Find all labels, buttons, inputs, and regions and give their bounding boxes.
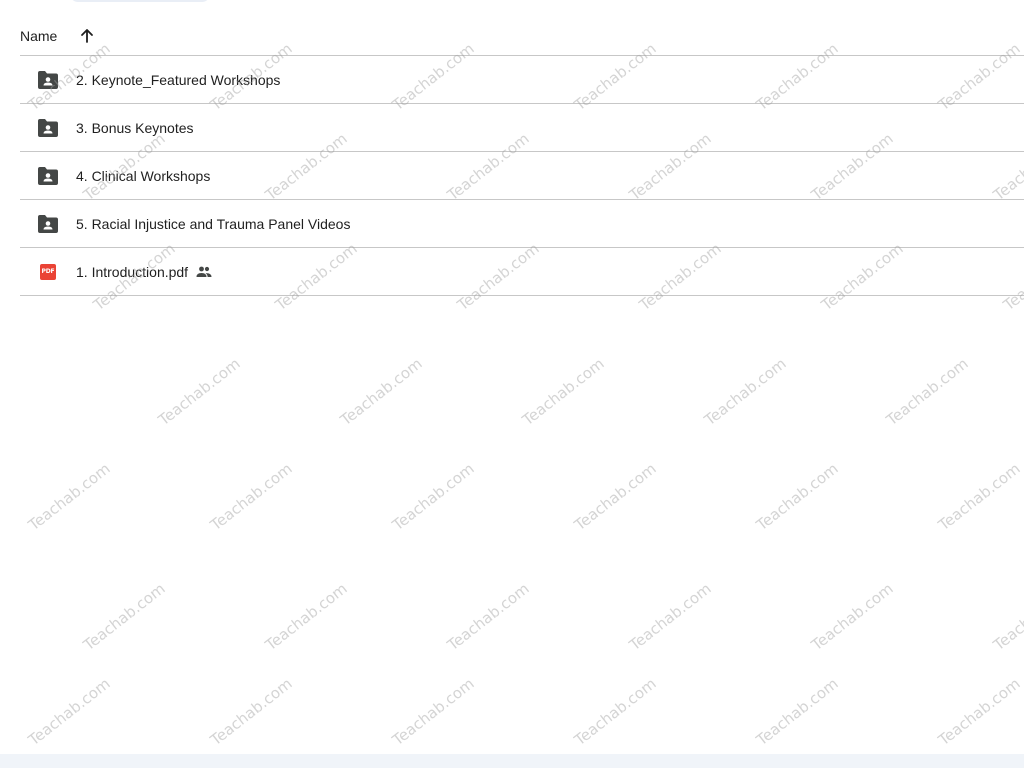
watermark-text: Teachab.com	[571, 459, 660, 535]
people-icon	[196, 264, 212, 280]
file-name: 5. Racial Injustice and Trauma Panel Vid…	[76, 215, 351, 232]
watermark-text: Teachab.com	[207, 459, 296, 535]
watermark-text: Teachab.com	[207, 674, 296, 750]
bottom-edge	[0, 754, 1024, 768]
watermark-text: Teachab.com	[25, 459, 114, 535]
drive-page: Name 2. Keynote_Featured Workshops 3. Bo…	[0, 0, 1024, 768]
watermark-text: Teachab.com	[389, 674, 478, 750]
watermark-text: Teachab.com	[444, 579, 533, 655]
watermark-text: Teachab.com	[571, 674, 660, 750]
sort-direction-button[interactable]	[75, 24, 99, 48]
name-column-header[interactable]: Name	[20, 28, 57, 44]
watermark-text: Teachab.com	[626, 579, 715, 655]
file-name: 4. Clinical Workshops	[76, 167, 211, 184]
watermark-text: Teachab.com	[753, 459, 842, 535]
file-list: Name 2. Keynote_Featured Workshops 3. Bo…	[20, 16, 1024, 296]
watermark-text: Teachab.com	[883, 354, 972, 430]
shared-folder-icon	[38, 70, 58, 90]
list-header: Name	[20, 16, 1024, 56]
watermark-text: Teachab.com	[155, 354, 244, 430]
file-row-introduction-pdf[interactable]: PDF 1. Introduction.pdf	[20, 248, 1024, 296]
toolbar-edge	[70, 0, 210, 2]
watermark-text: Teachab.com	[262, 579, 351, 655]
watermark-text: Teachab.com	[519, 354, 608, 430]
file-row-keynote-featured-workshops[interactable]: 2. Keynote_Featured Workshops	[20, 56, 1024, 104]
file-name: 3. Bonus Keynotes	[76, 119, 194, 136]
file-name: 1. Introduction.pdf	[76, 263, 189, 280]
watermark-text: Teachab.com	[935, 459, 1024, 535]
file-row-clinical-workshops[interactable]: 4. Clinical Workshops	[20, 152, 1024, 200]
file-row-racial-injustice-panel-videos[interactable]: 5. Racial Injustice and Trauma Panel Vid…	[20, 200, 1024, 248]
shared-folder-icon	[38, 214, 58, 234]
watermark-text: Teachab.com	[701, 354, 790, 430]
arrow-up-icon	[81, 28, 94, 43]
watermark-text: Teachab.com	[80, 579, 169, 655]
watermark-text: Teachab.com	[808, 579, 897, 655]
watermark-text: Teachab.com	[935, 674, 1024, 750]
file-name: 2. Keynote_Featured Workshops	[76, 71, 281, 88]
shared-folder-icon	[38, 166, 58, 186]
watermark-text: Teachab.com	[25, 674, 114, 750]
pdf-badge: PDF	[40, 263, 56, 280]
watermark-text: Teachab.com	[337, 354, 426, 430]
shared-folder-icon	[38, 118, 58, 138]
watermark-text: Teachab.com	[753, 674, 842, 750]
watermark-text: Teachab.com	[389, 459, 478, 535]
file-row-bonus-keynotes[interactable]: 3. Bonus Keynotes	[20, 104, 1024, 152]
pdf-icon: PDF	[38, 262, 58, 282]
watermark-text: Teachab.com	[990, 579, 1024, 655]
